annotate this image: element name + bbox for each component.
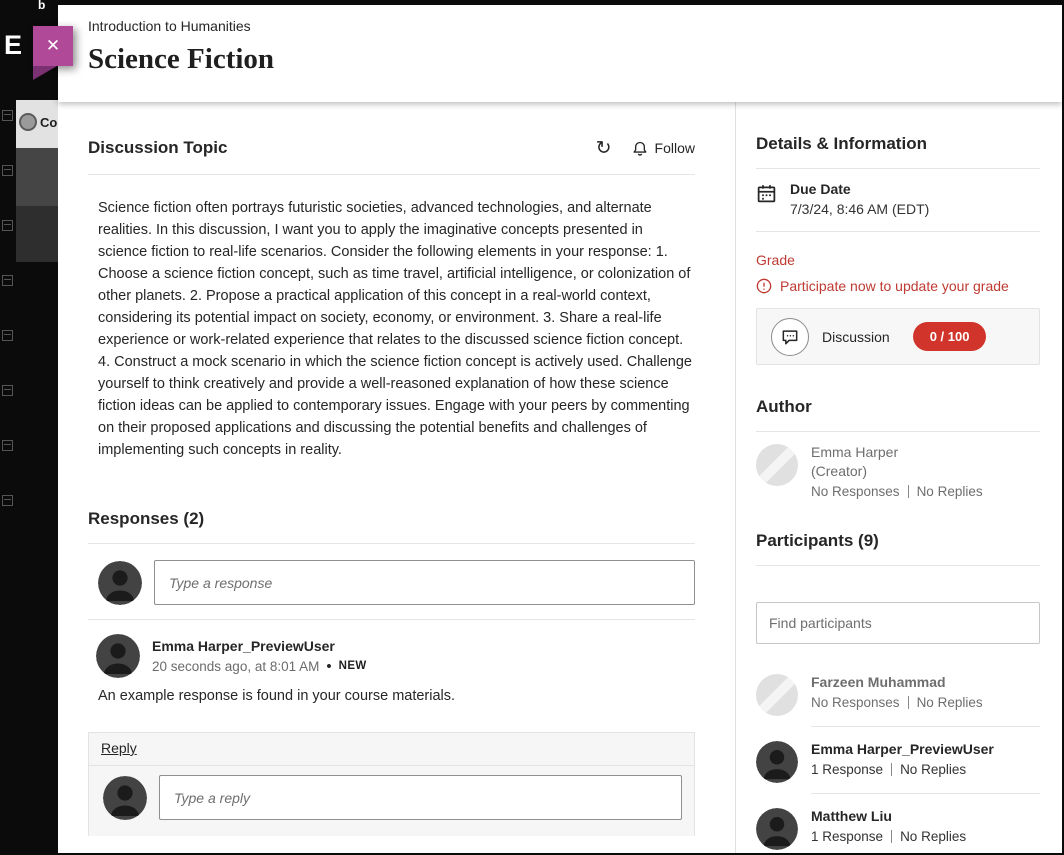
due-date-value: 7/3/24, 8:46 AM (EDT)	[790, 201, 929, 217]
rail-grid-icon[interactable]	[2, 495, 13, 506]
rail-grid-icon[interactable]	[2, 220, 13, 231]
breadcrumb-course-title: Introduction to Humanities	[88, 18, 1062, 34]
author-reply-count: No Replies	[917, 484, 983, 499]
participant-reply-count: No Replies	[900, 829, 966, 844]
discussion-main-column: Discussion Topic ↻ Follow	[88, 102, 695, 853]
stat-divider	[908, 485, 909, 498]
underlay-course-tab: Co	[16, 100, 58, 148]
underlay-course-letter: E	[4, 30, 22, 61]
discussion-topic-heading: Discussion Topic	[88, 138, 228, 158]
participant-response-count: 1 Response	[811, 762, 883, 777]
discussion-topic-body: Science fiction often portrays futuristi…	[88, 197, 695, 461]
divider	[756, 565, 1040, 566]
participant-avatar	[756, 674, 798, 716]
participant-reply-count: No Replies	[917, 695, 983, 710]
response-input[interactable]	[154, 560, 695, 605]
panel-body: Discussion Topic ↻ Follow	[58, 102, 1062, 853]
reply-user-avatar	[103, 776, 147, 820]
response-item: Emma Harper_PreviewUser 20 seconds ago, …	[88, 634, 695, 704]
divider	[756, 431, 1040, 432]
divider	[88, 174, 695, 175]
close-icon: ✕	[46, 36, 60, 56]
reply-link[interactable]: Reply	[101, 740, 137, 756]
details-heading: Details & Information	[756, 134, 1040, 154]
participant-list: Farzeen Muhammad No ResponsesNo Replies …	[756, 670, 1040, 853]
divider	[756, 231, 1040, 232]
rail-grid-icon[interactable]	[2, 385, 13, 396]
discussion-panel: Introduction to Humanities Science Ficti…	[58, 5, 1062, 853]
bell-icon	[632, 140, 648, 157]
rail-grid-icon[interactable]	[2, 110, 13, 121]
grade-item-row[interactable]: Discussion 0 / 100	[756, 308, 1040, 365]
participant-avatar	[756, 741, 798, 783]
new-badge: NEW	[339, 660, 367, 672]
participant-name: Farzeen Muhammad	[811, 674, 983, 690]
underlay-tab-label: Co	[40, 115, 57, 130]
reply-input[interactable]	[159, 775, 682, 820]
author-avatar	[756, 444, 798, 486]
underlay-panel	[16, 148, 58, 206]
new-dot-icon: •	[326, 658, 331, 675]
calendar-icon	[756, 183, 777, 204]
panel-header: Introduction to Humanities Science Ficti…	[58, 5, 1062, 102]
author-name: Emma Harper	[811, 444, 983, 460]
response-author-name: Emma Harper_PreviewUser	[152, 638, 367, 654]
rail-grid-icon[interactable]	[2, 440, 13, 451]
details-sidebar: Details & Information	[735, 102, 1062, 853]
sidebar-icon-rail	[0, 110, 16, 550]
follow-button[interactable]: Follow	[632, 140, 695, 157]
rail-grid-icon[interactable]	[2, 165, 13, 176]
page-title: Science Fiction	[88, 43, 1062, 76]
rail-grid-icon[interactable]	[2, 330, 13, 341]
response-body: An example response is found in your cou…	[96, 688, 695, 704]
grade-pill[interactable]: 0 / 100	[913, 322, 987, 351]
divider	[88, 543, 695, 544]
stat-divider	[891, 763, 892, 776]
participant-name: Emma Harper_PreviewUser	[811, 741, 994, 757]
author-response-count: No Responses	[811, 484, 900, 499]
underlay-avatar-icon	[19, 113, 37, 131]
response-timestamp: 20 seconds ago, at 8:01 AM	[152, 659, 319, 674]
author-heading: Author	[756, 397, 1040, 417]
participant-reply-count: No Replies	[900, 762, 966, 777]
discussion-icon	[771, 318, 809, 356]
warning-icon	[756, 278, 772, 294]
response-author-avatar	[96, 634, 140, 678]
find-participants-input[interactable]	[756, 602, 1040, 644]
divider	[811, 726, 1040, 727]
participant-response-count: No Responses	[811, 695, 900, 710]
author-row: Emma Harper (Creator) No Responses No Rep…	[756, 444, 1040, 499]
divider	[811, 793, 1040, 794]
follow-label: Follow	[655, 140, 695, 156]
reply-section: Reply	[88, 732, 695, 836]
responses-heading: Responses (2)	[88, 509, 695, 529]
participants-heading: Participants (9)	[756, 531, 1040, 551]
grade-section-label: Grade	[756, 252, 1040, 268]
participant-avatar	[756, 808, 798, 850]
participant-response-count: 1 Response	[811, 829, 883, 844]
author-role: (Creator)	[811, 463, 983, 479]
participant-row[interactable]: Matthew Liu 1 Response No Replies	[756, 804, 1040, 853]
stat-divider	[891, 830, 892, 843]
grade-warning-text: Participate now to update your grade	[780, 278, 1009, 294]
divider	[756, 168, 1040, 169]
close-button[interactable]: ✕	[33, 26, 73, 66]
refresh-button[interactable]: ↻	[596, 139, 612, 158]
stat-divider	[908, 696, 909, 709]
underlay-panel	[16, 206, 58, 262]
rail-grid-icon[interactable]	[2, 275, 13, 286]
participant-row[interactable]: Farzeen Muhammad No Responses No Replies	[756, 670, 1040, 726]
underlay-logo-text: b	[38, 0, 45, 12]
grade-item-label: Discussion	[822, 329, 890, 345]
participant-name: Matthew Liu	[811, 808, 966, 824]
divider	[88, 619, 695, 620]
refresh-icon: ↻	[596, 138, 612, 159]
participant-row[interactable]: Emma Harper_PreviewUser 1 Response No Rep…	[756, 737, 1040, 793]
due-date-label: Due Date	[790, 181, 929, 197]
current-user-avatar	[98, 561, 142, 605]
